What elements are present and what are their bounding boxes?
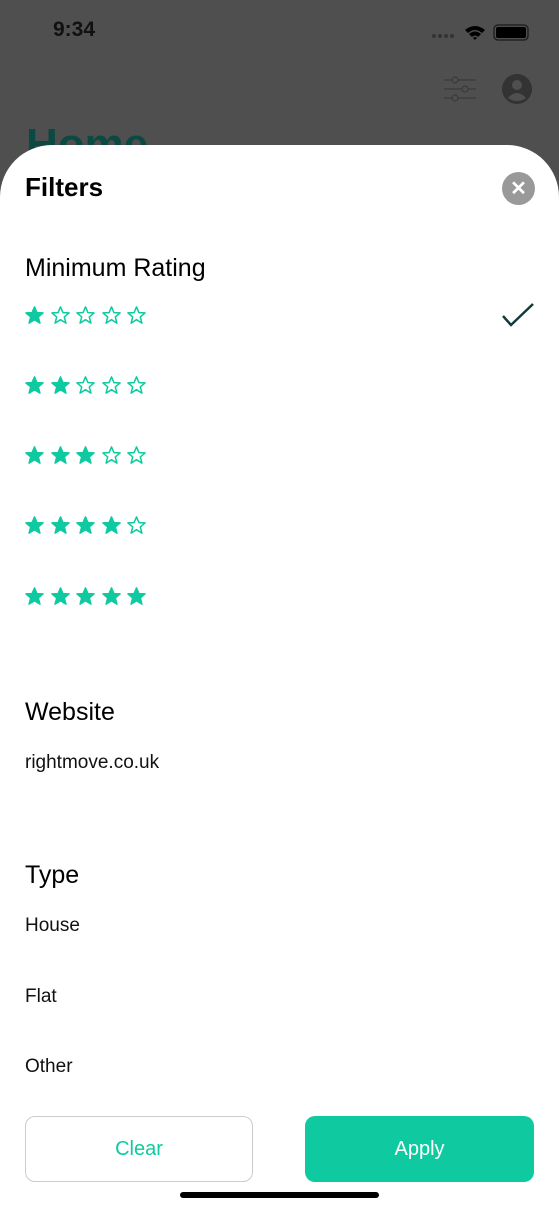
clear-button[interactable]: Clear <box>25 1116 253 1182</box>
star-outline-icon <box>50 305 70 324</box>
type-option-other[interactable]: Other <box>25 1056 73 1078</box>
star-filled-icon <box>50 375 70 394</box>
star-outline-icon <box>101 305 121 324</box>
star-filled-icon <box>25 446 44 464</box>
star-filled-icon <box>25 305 44 324</box>
website-heading: Website <box>25 698 115 726</box>
rating-option-2[interactable] <box>25 365 535 405</box>
star-filled-icon <box>25 516 44 535</box>
star-outline-icon <box>127 375 146 394</box>
type-option-house[interactable]: House <box>25 915 80 937</box>
star-filled-icon <box>50 446 70 464</box>
rating-option-3[interactable] <box>25 436 535 476</box>
star-filled-icon <box>76 516 95 535</box>
rating-option-5[interactable] <box>25 576 535 616</box>
star-outline-icon <box>76 375 95 394</box>
star-filled-icon <box>127 586 146 605</box>
profile-avatar-icon[interactable] <box>502 74 532 104</box>
checkmark-icon <box>502 303 534 327</box>
status-icons <box>432 24 529 41</box>
close-button[interactable]: ✕ <box>502 172 535 205</box>
star-filled-icon <box>101 516 121 535</box>
home-indicator <box>180 1192 379 1198</box>
star-outline-icon <box>127 516 146 535</box>
star-outline-icon <box>76 305 95 324</box>
website-option[interactable]: rightmove.co.uk <box>25 752 159 774</box>
status-time: 9:34 <box>53 18 96 41</box>
star-filled-icon <box>76 446 95 464</box>
rating-heading: Minimum Rating <box>25 254 206 282</box>
sheet-title: Filters <box>25 172 104 202</box>
rating-option-1[interactable] <box>25 295 535 335</box>
star-filled-icon <box>25 375 44 394</box>
type-option-flat[interactable]: Flat <box>25 986 57 1008</box>
star-outline-icon <box>101 375 121 394</box>
apply-button[interactable]: Apply <box>305 1116 534 1182</box>
star-filled-icon <box>50 516 70 535</box>
star-filled-icon <box>76 586 95 605</box>
star-outline-icon <box>127 446 146 464</box>
star-filled-icon <box>101 586 121 605</box>
filter-sliders-icon[interactable] <box>444 76 478 104</box>
star-outline-icon <box>101 446 121 464</box>
type-heading: Type <box>25 861 80 889</box>
close-icon: ✕ <box>510 178 527 200</box>
rating-option-4[interactable] <box>25 506 535 546</box>
star-filled-icon <box>50 586 70 605</box>
star-outline-icon <box>127 305 146 324</box>
star-filled-icon <box>25 586 44 605</box>
